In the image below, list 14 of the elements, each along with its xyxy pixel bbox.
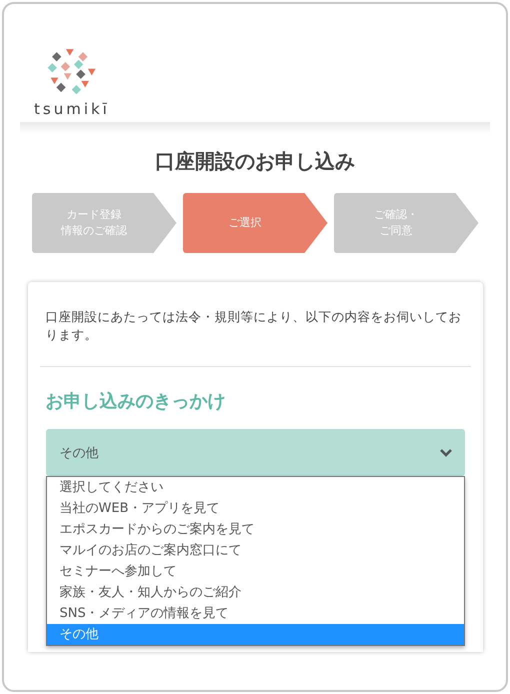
dropdown-option[interactable]: エポスカードからのご案内を見て [46, 519, 464, 540]
dropdown-option[interactable]: 選択してください [46, 477, 464, 498]
page-title: 口座開設のお申し込み [155, 148, 355, 175]
dropdown-option[interactable]: マルイのお店のご案内窓口にて [46, 540, 464, 562]
section-heading: お申し込みのきっかけ [46, 390, 226, 414]
dropdown-option[interactable]: 家族・友人・知人からのご紹介 [46, 582, 464, 604]
intro-text: 口座開設にあたっては法令・規則等により、以下の内容をお伺いしております。 [46, 308, 462, 344]
dropdown-option[interactable]: セミナーへ参加して [46, 561, 464, 582]
logo-text: tsumikī [34, 100, 110, 118]
chevron-down-icon [438, 448, 452, 458]
step-indicator: ご選択 [182, 193, 328, 253]
dropdown-option[interactable]: 当社のWEB・アプリを見て [46, 498, 464, 520]
dropdown-option[interactable]: SNS・メディアの情報を見て [46, 603, 464, 624]
select-field[interactable]: その他 [46, 429, 464, 476]
